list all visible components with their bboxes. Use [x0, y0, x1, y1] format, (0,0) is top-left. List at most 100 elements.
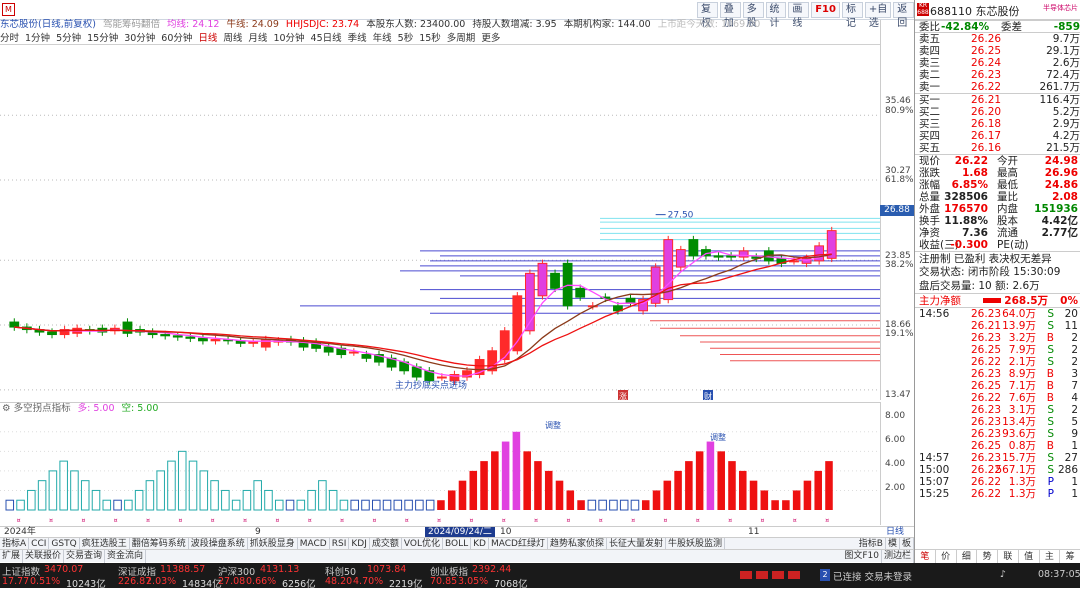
indicator-tab-right-0[interactable]: 指标B	[857, 538, 886, 549]
toolbar-button-4[interactable]: 画线	[788, 2, 810, 29]
speaker-icon[interactable]: ♪	[1000, 569, 1006, 580]
asks-row-2[interactable]: 卖三 26.24 2.6万	[915, 57, 1080, 69]
tick-row-13: 15:00 26.22 567.1万 S 286	[915, 464, 1080, 476]
indicator-tab-3[interactable]: 疯狂选股王	[80, 538, 130, 549]
period-tab-7[interactable]: 周线	[223, 33, 242, 44]
asks-row-4[interactable]: 卖一 26.22 261.7万	[915, 81, 1080, 93]
extension-tab-2[interactable]: 交易查询	[64, 550, 106, 563]
tick-time: 15:25	[919, 488, 950, 500]
weibi-row: 委比 -42.84% 委差 -859	[915, 20, 1080, 33]
indicator-tab-1[interactable]: CCI	[29, 538, 50, 549]
bids-row-2[interactable]: 买三 26.18 2.9万	[915, 118, 1080, 130]
indicator-name[interactable]: 多空拐点指标	[14, 403, 71, 414]
toolbar-button-6[interactable]: 标记	[841, 2, 863, 29]
period-tab-16[interactable]: 更多	[481, 33, 500, 44]
ind-bar-duo	[566, 490, 575, 510]
indicator-chart[interactable]: ¤ ¤ ¤ ¤ ¤ ¤ ¤ ¤ ¤ ¤ ¤ ¤ ¤ ¤ ¤ ¤ ¤ ¤ ¤ ¤ ¤ ¤ ¤ ¤ ¤ ¤调整调整	[0, 414, 880, 526]
indicator-tab-13[interactable]: KD	[471, 538, 489, 549]
toolbar-button-8[interactable]: 返回	[893, 2, 915, 29]
stock-code-name[interactable]: 688110 东芯股份	[930, 3, 1020, 19]
period-tab-4[interactable]: 30分钟	[124, 33, 155, 44]
tick-side: P	[1047, 476, 1054, 488]
bids-row-0[interactable]: 买一 26.21 116.4万	[915, 94, 1080, 106]
period-tab-14[interactable]: 15秒	[419, 33, 441, 44]
status-block-2	[772, 571, 784, 579]
stat-value-a: 6.85%	[951, 179, 988, 191]
extension-tab-0[interactable]: 扩展	[0, 550, 24, 563]
period-tab-5[interactable]: 60分钟	[161, 33, 192, 44]
tick-row-8: 26.23 3.1万 S 2	[915, 404, 1080, 416]
panel-tab-5[interactable]: 值	[1019, 550, 1040, 563]
bids-row-3[interactable]: 买四 26.17 4.2万	[915, 130, 1080, 142]
panel-tab-6[interactable]: 主	[1040, 550, 1061, 563]
period-tab-9[interactable]: 10分钟	[273, 33, 304, 44]
asks-row-0[interactable]: 卖五 26.26 9.7万	[915, 33, 1080, 45]
period-tab-15[interactable]: 多周期	[447, 33, 476, 44]
period-tab-12[interactable]: 年线	[373, 33, 392, 44]
indicator-tab-7[interactable]: MACD	[298, 538, 330, 549]
period-tab-2[interactable]: 5分钟	[56, 33, 81, 44]
extension-tab-1[interactable]: 关联报价	[23, 550, 65, 563]
period-tab-0[interactable]: 分时	[0, 33, 19, 44]
indicator-tab-right-1[interactable]: 模	[886, 538, 900, 549]
period-tab-11[interactable]: 季线	[348, 33, 367, 44]
tick-time: 14:57	[919, 452, 950, 464]
period-tab-3[interactable]: 15分钟	[87, 33, 118, 44]
toolbar-button-7[interactable]: +自选	[864, 2, 892, 29]
indicator-tab-15[interactable]: 趋势私家侦探	[548, 538, 607, 549]
panel-tab-3[interactable]: 势	[977, 550, 998, 563]
indicator-tab-9[interactable]: KDJ	[349, 538, 370, 549]
tick-price: 26.23	[971, 404, 1002, 416]
ind-axis-8: 8.00	[885, 411, 906, 421]
indicator-tab-right-2[interactable]: 板	[900, 538, 914, 549]
extension-tab-right-0[interactable]: 图文F10	[842, 550, 882, 563]
indicator-tab-6[interactable]: 抓妖股显身	[248, 538, 298, 549]
period-tab-8[interactable]: 月线	[248, 33, 267, 44]
stat-row-3: 总量 328506 量比 2.08	[915, 191, 1080, 203]
indicator-tab-17[interactable]: 牛股妖股监测	[666, 538, 725, 549]
panel-tab-2[interactable]: 细	[957, 550, 978, 563]
toolbar-button-1[interactable]: 叠加	[719, 2, 741, 29]
period-tab-6[interactable]: 日线	[198, 33, 217, 44]
ind-bar-kong	[27, 489, 36, 511]
indicator-tab-14[interactable]: MACD红绿灯	[489, 538, 548, 549]
toolbar-button-5[interactable]: F10	[811, 2, 840, 18]
indicator-tab-16[interactable]: 长征大量发射	[607, 538, 666, 549]
extension-tab-3[interactable]: 资金流向	[105, 550, 147, 563]
indicator-tab-12[interactable]: BOLL	[443, 538, 472, 549]
panel-tab-4[interactable]: 联	[998, 550, 1019, 563]
toolbar-button-2[interactable]: 多股	[742, 2, 764, 29]
tick-side: B	[1046, 440, 1054, 452]
panel-tab-0[interactable]: 笔	[915, 550, 936, 563]
weicha-label: 委差	[1001, 21, 1022, 33]
indicator-tab-8[interactable]: RSI	[330, 538, 350, 549]
ind-bar-duo	[717, 451, 725, 510]
candlestick-chart[interactable]: 27.50 主力抄底买点进场涨 财	[0, 46, 880, 402]
zljm-label: 主力净额	[919, 295, 961, 307]
panel-tab-1[interactable]: 价	[936, 550, 957, 563]
indicator-tab-11[interactable]: VOL优化	[402, 538, 443, 549]
indicator-tab-5[interactable]: 波段操盘系统	[189, 538, 248, 549]
gear-icon[interactable]: ⚙	[2, 403, 11, 414]
toolbar-button-0[interactable]: 复权	[697, 2, 718, 29]
legend-item1[interactable]: 驾能筹码翻倍	[103, 19, 160, 30]
asks-row-1[interactable]: 卖四 26.25 29.1万	[915, 45, 1080, 57]
panel-tab-7[interactable]: 筹	[1060, 550, 1080, 563]
indicator-tab-10[interactable]: 成交额	[370, 538, 402, 549]
stat-label-a: 外盘	[919, 203, 940, 215]
tick-count: 27	[1064, 452, 1078, 464]
candle-body	[713, 255, 724, 258]
period-tab-1[interactable]: 1分钟	[25, 33, 50, 44]
period-tab-10[interactable]: 45日线	[311, 33, 342, 44]
extension-tab-right-1[interactable]: 测边栏	[882, 550, 914, 563]
indicator-tab-2[interactable]: GSTQ	[49, 538, 80, 549]
asks-row-3[interactable]: 卖二 26.23 72.4万	[915, 69, 1080, 81]
bids-row-1[interactable]: 买二 26.20 5.2万	[915, 106, 1080, 118]
ma-line-10	[14, 253, 832, 371]
indicator-tab-0[interactable]: 指标A	[0, 538, 30, 549]
index-value-0: 3470.07	[44, 564, 84, 575]
bids-row-4[interactable]: 买五 26.16 21.5万	[915, 142, 1080, 154]
period-tab-13[interactable]: 5秒	[398, 33, 414, 44]
indicator-tab-4[interactable]: 翻倍筹码系统	[130, 538, 189, 549]
toolbar-button-3[interactable]: 统计	[765, 2, 787, 29]
